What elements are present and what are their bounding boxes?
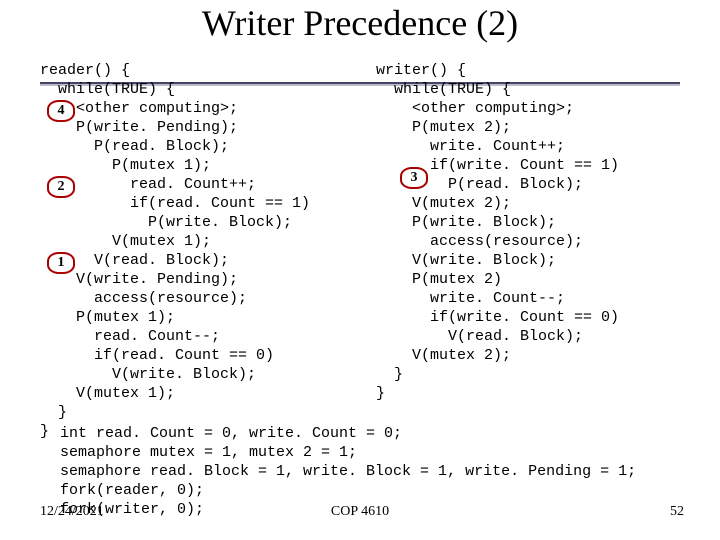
footer-page: 52 [670,504,684,520]
badge-1: 1 [47,252,75,274]
slide-title: Writer Precedence (2) [0,2,720,44]
badge-3: 3 [400,167,428,189]
writer-code: writer() { while(TRUE) { <other computin… [376,61,619,403]
badge-2: 2 [47,176,75,198]
badge-4: 4 [47,100,75,122]
footer-course: COP 4610 [0,504,720,520]
reader-code: reader() { while(TRUE) { <other computin… [40,61,310,441]
